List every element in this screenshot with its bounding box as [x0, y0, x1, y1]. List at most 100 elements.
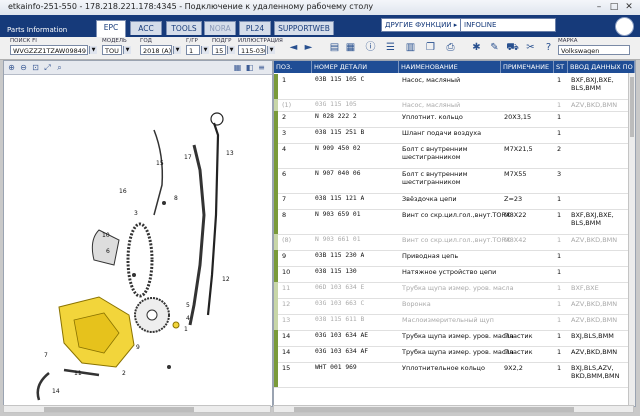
- cell-qty: 1: [557, 332, 562, 340]
- maximize-button[interactable]: □: [607, 1, 621, 13]
- cell-qty: 1: [557, 284, 562, 292]
- table-row[interactable]: 6 N 907 040 06 Болт с внутренним шестигранн…: [274, 168, 629, 194]
- cart-icon[interactable]: ⛟: [506, 41, 519, 54]
- illustration-hscrollbar[interactable]: [3, 405, 271, 413]
- model-select[interactable]: TOU: [102, 45, 122, 55]
- notes-icon[interactable]: ✎: [488, 41, 501, 54]
- table-row[interactable]: 3 038 115 251 B Шланг подачи воздуха 1: [274, 127, 629, 144]
- cell-part-number: 03B 115 105 C: [315, 76, 365, 83]
- table-row[interactable]: 13 038 115 611 B Маслоизмерительный щуп 1 AZ…: [274, 314, 629, 331]
- fit-icon[interactable]: ⊡: [30, 62, 41, 73]
- settings-icon[interactable]: ✱: [470, 41, 483, 54]
- sprocket-hub: [146, 309, 158, 321]
- model-label: МОДЕЛЬ: [102, 38, 127, 44]
- back-icon[interactable]: ◄: [287, 41, 300, 54]
- callout-2: 2: [122, 370, 126, 377]
- subgroup-select[interactable]: 15: [212, 45, 226, 55]
- chevron-down-icon[interactable]: ▼: [267, 46, 275, 54]
- row-marker: [274, 193, 278, 209]
- vw-logo-icon: [615, 17, 634, 36]
- row-marker: [274, 298, 278, 314]
- tab-acc[interactable]: ACC: [130, 21, 162, 35]
- help-icon[interactable]: ?: [542, 41, 555, 54]
- col-part-number[interactable]: НОМЕР ДЕТАЛИ: [312, 61, 399, 73]
- close-button[interactable]: ✕: [622, 1, 636, 13]
- table-row[interactable]: 11 06D 103 634 E Трубка щупа измер. уров. …: [274, 282, 629, 299]
- other-functions-menu[interactable]: ДРУГИЕ ФУНКЦИИ ▸: [381, 18, 462, 32]
- forward-icon[interactable]: ►: [302, 41, 315, 54]
- scroll-thumb[interactable]: [44, 407, 194, 412]
- callout-12: 12: [222, 276, 230, 283]
- row-marker: [274, 282, 278, 298]
- expand-icon[interactable]: ⤢: [42, 62, 53, 73]
- col-note[interactable]: ПРИМЕЧАНИЕ: [501, 61, 554, 73]
- tab-tools[interactable]: TOOLS: [166, 21, 202, 35]
- chevron-down-icon[interactable]: ▼: [123, 46, 131, 54]
- scroll-thumb[interactable]: [294, 407, 574, 412]
- grid-view-icon[interactable]: ▦: [232, 62, 243, 73]
- illustration-select[interactable]: 115-030: [238, 45, 266, 55]
- cell-pos: 6: [282, 170, 287, 178]
- table-row[interactable]: 4 N 909 450 02 Болт с внутренним шестигранн…: [274, 143, 629, 169]
- cell-pos: 7: [282, 195, 287, 203]
- col-qty[interactable]: ST: [554, 61, 568, 73]
- cell-pos: 9: [282, 252, 287, 260]
- vin-search-input[interactable]: WVGZZZ1TZAW09849: [10, 45, 88, 55]
- cell-name: Винт со скр.цил.гол.,внут.TORX: [402, 236, 511, 244]
- table-row[interactable]: 10 038 115 130 Натяжное устройство цепи 1: [274, 266, 629, 283]
- zoom-out-icon[interactable]: ⊖: [18, 62, 29, 73]
- table-row[interactable]: 12 03G 103 663 C Воронка 1 AZV,BKD,BMN: [274, 298, 629, 315]
- col-data-entry[interactable]: ВВОД ДАННЫХ ПО: [568, 61, 635, 73]
- table-row[interactable]: 14 03G 103 634 AF Трубка щупа измер. уров.…: [274, 346, 629, 363]
- cell-part-number: 03G 103 634 AE: [315, 332, 369, 339]
- col-name[interactable]: НАИМЕНОВАНИЕ: [399, 61, 501, 73]
- illustration-toolbar: ⊕ ⊖ ⊡ ⤢ ⌕ ▦ ◧ ≡: [4, 61, 272, 75]
- document-icon[interactable]: ▤: [328, 41, 341, 54]
- cell-data-entry: AZV,BKD,BMN: [571, 236, 618, 244]
- tab-pl24[interactable]: PL24: [239, 21, 271, 35]
- infoline-select[interactable]: INFOLINE: [460, 18, 556, 32]
- table-row[interactable]: (8) N 903 661 01 Винт со скр.цил.гол.,внут…: [274, 234, 629, 251]
- cell-pos: 15: [282, 364, 291, 372]
- table-vscrollbar[interactable]: [628, 73, 635, 406]
- year-select[interactable]: 2018 (A): [140, 45, 172, 55]
- list-icon[interactable]: ☰: [384, 41, 397, 54]
- chevron-down-icon[interactable]: ▼: [89, 46, 97, 54]
- table-row[interactable]: 1 03B 115 105 C Насос, масляный 1 BXF,BXJ,BX…: [274, 74, 629, 100]
- window-title-bar: etkainfo-251-550 - 178.218.221.178:4345 …: [0, 0, 640, 16]
- tools-icon[interactable]: ✂: [524, 41, 537, 54]
- chevron-down-icon[interactable]: ▼: [227, 46, 235, 54]
- print-icon[interactable]: ⎙: [444, 41, 457, 54]
- chevron-down-icon[interactable]: ▼: [201, 46, 209, 54]
- table-row[interactable]: 8 N 903 659 01 Винт со скр.цил.гол.,внут.T…: [274, 209, 629, 235]
- info-icon[interactable]: ⓘ: [364, 41, 377, 54]
- table-row[interactable]: 14 03G 103 634 AE Трубка щупа измер. уров.…: [274, 330, 629, 347]
- minimize-button[interactable]: –: [592, 1, 606, 13]
- scroll-thumb[interactable]: [630, 77, 634, 137]
- group-select[interactable]: 1: [186, 45, 200, 55]
- copy-icon[interactable]: ❐: [424, 41, 437, 54]
- table-row[interactable]: 9 03B 115 230 A Приводная цепь 1: [274, 250, 629, 267]
- tab-nora[interactable]: NORA: [204, 21, 236, 35]
- brand-select[interactable]: Volkswagen: [558, 45, 630, 55]
- calendar-icon[interactable]: ▦: [344, 41, 357, 54]
- cell-pos: 13: [282, 316, 291, 324]
- callout-8: 8: [174, 195, 178, 202]
- cell-part-number: 03G 103 663 C: [315, 300, 365, 307]
- cell-qty: 1: [557, 101, 562, 109]
- table-row[interactable]: 7 038 115 121 A Звёздочка цепи Z=23 1: [274, 193, 629, 210]
- tab-supportweb[interactable]: SUPPORTWEB: [274, 21, 334, 35]
- menu-icon[interactable]: ≡: [256, 62, 267, 73]
- col-pos[interactable]: ПОЗ.: [274, 61, 312, 73]
- split-view-icon[interactable]: ◧: [244, 62, 255, 73]
- cell-note: Z=23: [504, 195, 523, 203]
- zoom-in-icon[interactable]: ⊕: [6, 62, 17, 73]
- table-icon[interactable]: ▥: [404, 41, 417, 54]
- table-hscrollbar[interactable]: [273, 405, 634, 413]
- oil-pump-diagram[interactable]: 17 15 13 12 16 8 3 10 5 4 1 9 7 11 14 2 …: [4, 75, 272, 406]
- table-row[interactable]: 15 WHT 001 969 Уплотнительное кольцо 9X2,2 1…: [274, 362, 629, 388]
- table-row[interactable]: 2 N 028 222 2 Уплотнит. кольцо 20X3,15 1: [274, 111, 629, 128]
- magnifier-icon[interactable]: ⌕: [54, 62, 65, 73]
- chevron-down-icon[interactable]: ▼: [173, 46, 181, 54]
- tab-epc[interactable]: EPC: [96, 20, 126, 37]
